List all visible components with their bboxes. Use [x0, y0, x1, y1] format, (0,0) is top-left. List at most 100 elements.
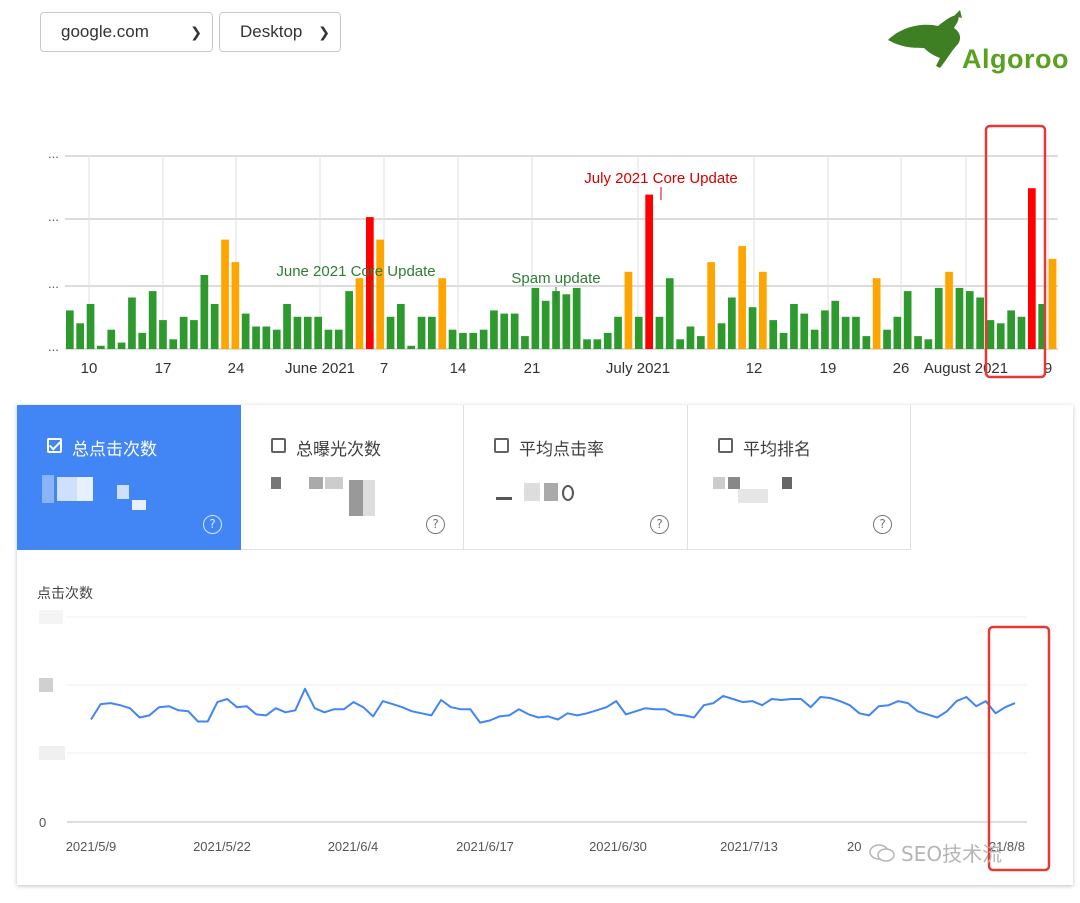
bar: [449, 330, 457, 349]
bar: [511, 314, 519, 349]
bar: [232, 262, 240, 349]
bar: [521, 336, 529, 349]
bar: [573, 288, 581, 349]
device-select-value: Desktop: [240, 22, 302, 42]
bar: [376, 240, 384, 349]
bar: [180, 317, 188, 349]
bar: [707, 262, 715, 349]
bar: [976, 298, 984, 350]
bar: [563, 294, 571, 349]
y-tick-label: ...: [48, 146, 59, 161]
annotation-label: June 2021 Core Update: [276, 263, 435, 280]
bar: [987, 320, 995, 349]
y-tick-label: ...: [48, 209, 59, 224]
x-tick-label: 10: [81, 360, 98, 377]
bar: [945, 272, 953, 349]
bar: [190, 320, 198, 349]
bar: [749, 307, 757, 349]
bar: [480, 330, 488, 349]
bar: [314, 317, 322, 349]
x-tick-label: July 2021: [606, 360, 670, 377]
bar: [604, 333, 612, 349]
clicks-series-line: [91, 689, 1015, 723]
bar: [407, 346, 415, 349]
bar: [645, 195, 653, 349]
chevron-down-icon: ❯: [190, 24, 202, 41]
x-tick-label: 14: [450, 360, 467, 377]
bar: [728, 298, 736, 350]
bar: [418, 317, 426, 349]
checkbox-checked-icon[interactable]: [47, 438, 62, 453]
highlight-box: [986, 126, 1045, 377]
metric-card-label: 总点击次数: [72, 435, 157, 460]
bar: [356, 278, 364, 349]
annotation-label: July 2021 Core Update: [584, 170, 737, 187]
bar: [894, 317, 902, 349]
y-tick-label: ...: [48, 339, 59, 354]
bar: [500, 314, 508, 349]
x-tick-label: 21: [524, 360, 541, 377]
bar: [345, 291, 353, 349]
bar: [459, 333, 467, 349]
bar: [201, 275, 209, 349]
metric-card-label: 平均点击率: [519, 435, 604, 460]
bar: [697, 336, 705, 349]
bar: [87, 304, 95, 349]
logo-text: Algoroo: [962, 44, 1069, 75]
metric-card-average-ctr[interactable]: 平均点击率 ?: [464, 405, 688, 550]
bar: [687, 327, 695, 350]
bar: [583, 339, 591, 349]
x-tick-label: June 2021: [285, 360, 355, 377]
device-select[interactable]: Desktop ❯: [219, 12, 341, 52]
checkbox-icon[interactable]: [494, 438, 509, 453]
bar: [490, 310, 498, 349]
y-tick-label: 0: [39, 815, 46, 830]
bar: [914, 336, 922, 349]
bar: [656, 317, 664, 349]
checkbox-icon[interactable]: [718, 438, 733, 453]
x-tick-label: 7: [380, 360, 388, 377]
bar: [97, 346, 105, 349]
bar: [304, 317, 312, 349]
x-tick-label: 12: [746, 360, 763, 377]
bar: [956, 288, 964, 349]
bar: [273, 330, 281, 349]
bar: [335, 330, 343, 349]
help-icon[interactable]: ?: [873, 515, 892, 534]
metric-card-average-position[interactable]: 平均排名 ?: [688, 405, 911, 550]
help-icon[interactable]: ?: [426, 515, 445, 534]
bar: [242, 314, 250, 349]
bar: [811, 330, 819, 349]
bar: [1049, 259, 1057, 349]
annotation-label: Spam update: [511, 270, 600, 287]
bar: [169, 339, 177, 349]
metric-card-total-impressions[interactable]: 总曝光次数 ?: [241, 405, 464, 550]
bar: [138, 333, 146, 349]
bar: [128, 298, 136, 350]
help-icon[interactable]: ?: [203, 515, 222, 534]
bar: [397, 304, 405, 349]
bar: [718, 323, 726, 349]
bar: [997, 323, 1005, 349]
x-tick-label: 2021/6/30: [589, 839, 647, 854]
bar: [118, 343, 126, 349]
checkbox-icon[interactable]: [271, 438, 286, 453]
x-tick-label: August 2021: [924, 360, 1008, 377]
help-icon[interactable]: ?: [650, 515, 669, 534]
x-tick-label: 19: [820, 360, 837, 377]
y-tick-label: ...: [48, 276, 59, 291]
y-tick-redacted: [39, 610, 63, 624]
y-tick-redacted: [39, 678, 53, 692]
x-tick-label: 2021/7/13: [720, 839, 778, 854]
bar: [759, 272, 767, 349]
bar: [821, 310, 829, 349]
x-tick-label: 17: [155, 360, 172, 377]
bar: [904, 291, 912, 349]
x-tick-label: 24: [228, 360, 245, 377]
bar: [780, 333, 788, 349]
domain-select[interactable]: google.com ❯: [40, 12, 213, 52]
bar: [800, 314, 808, 349]
bar: [1018, 317, 1026, 349]
metric-card-total-clicks[interactable]: 总点击次数 ?: [17, 405, 241, 550]
bar: [428, 317, 436, 349]
